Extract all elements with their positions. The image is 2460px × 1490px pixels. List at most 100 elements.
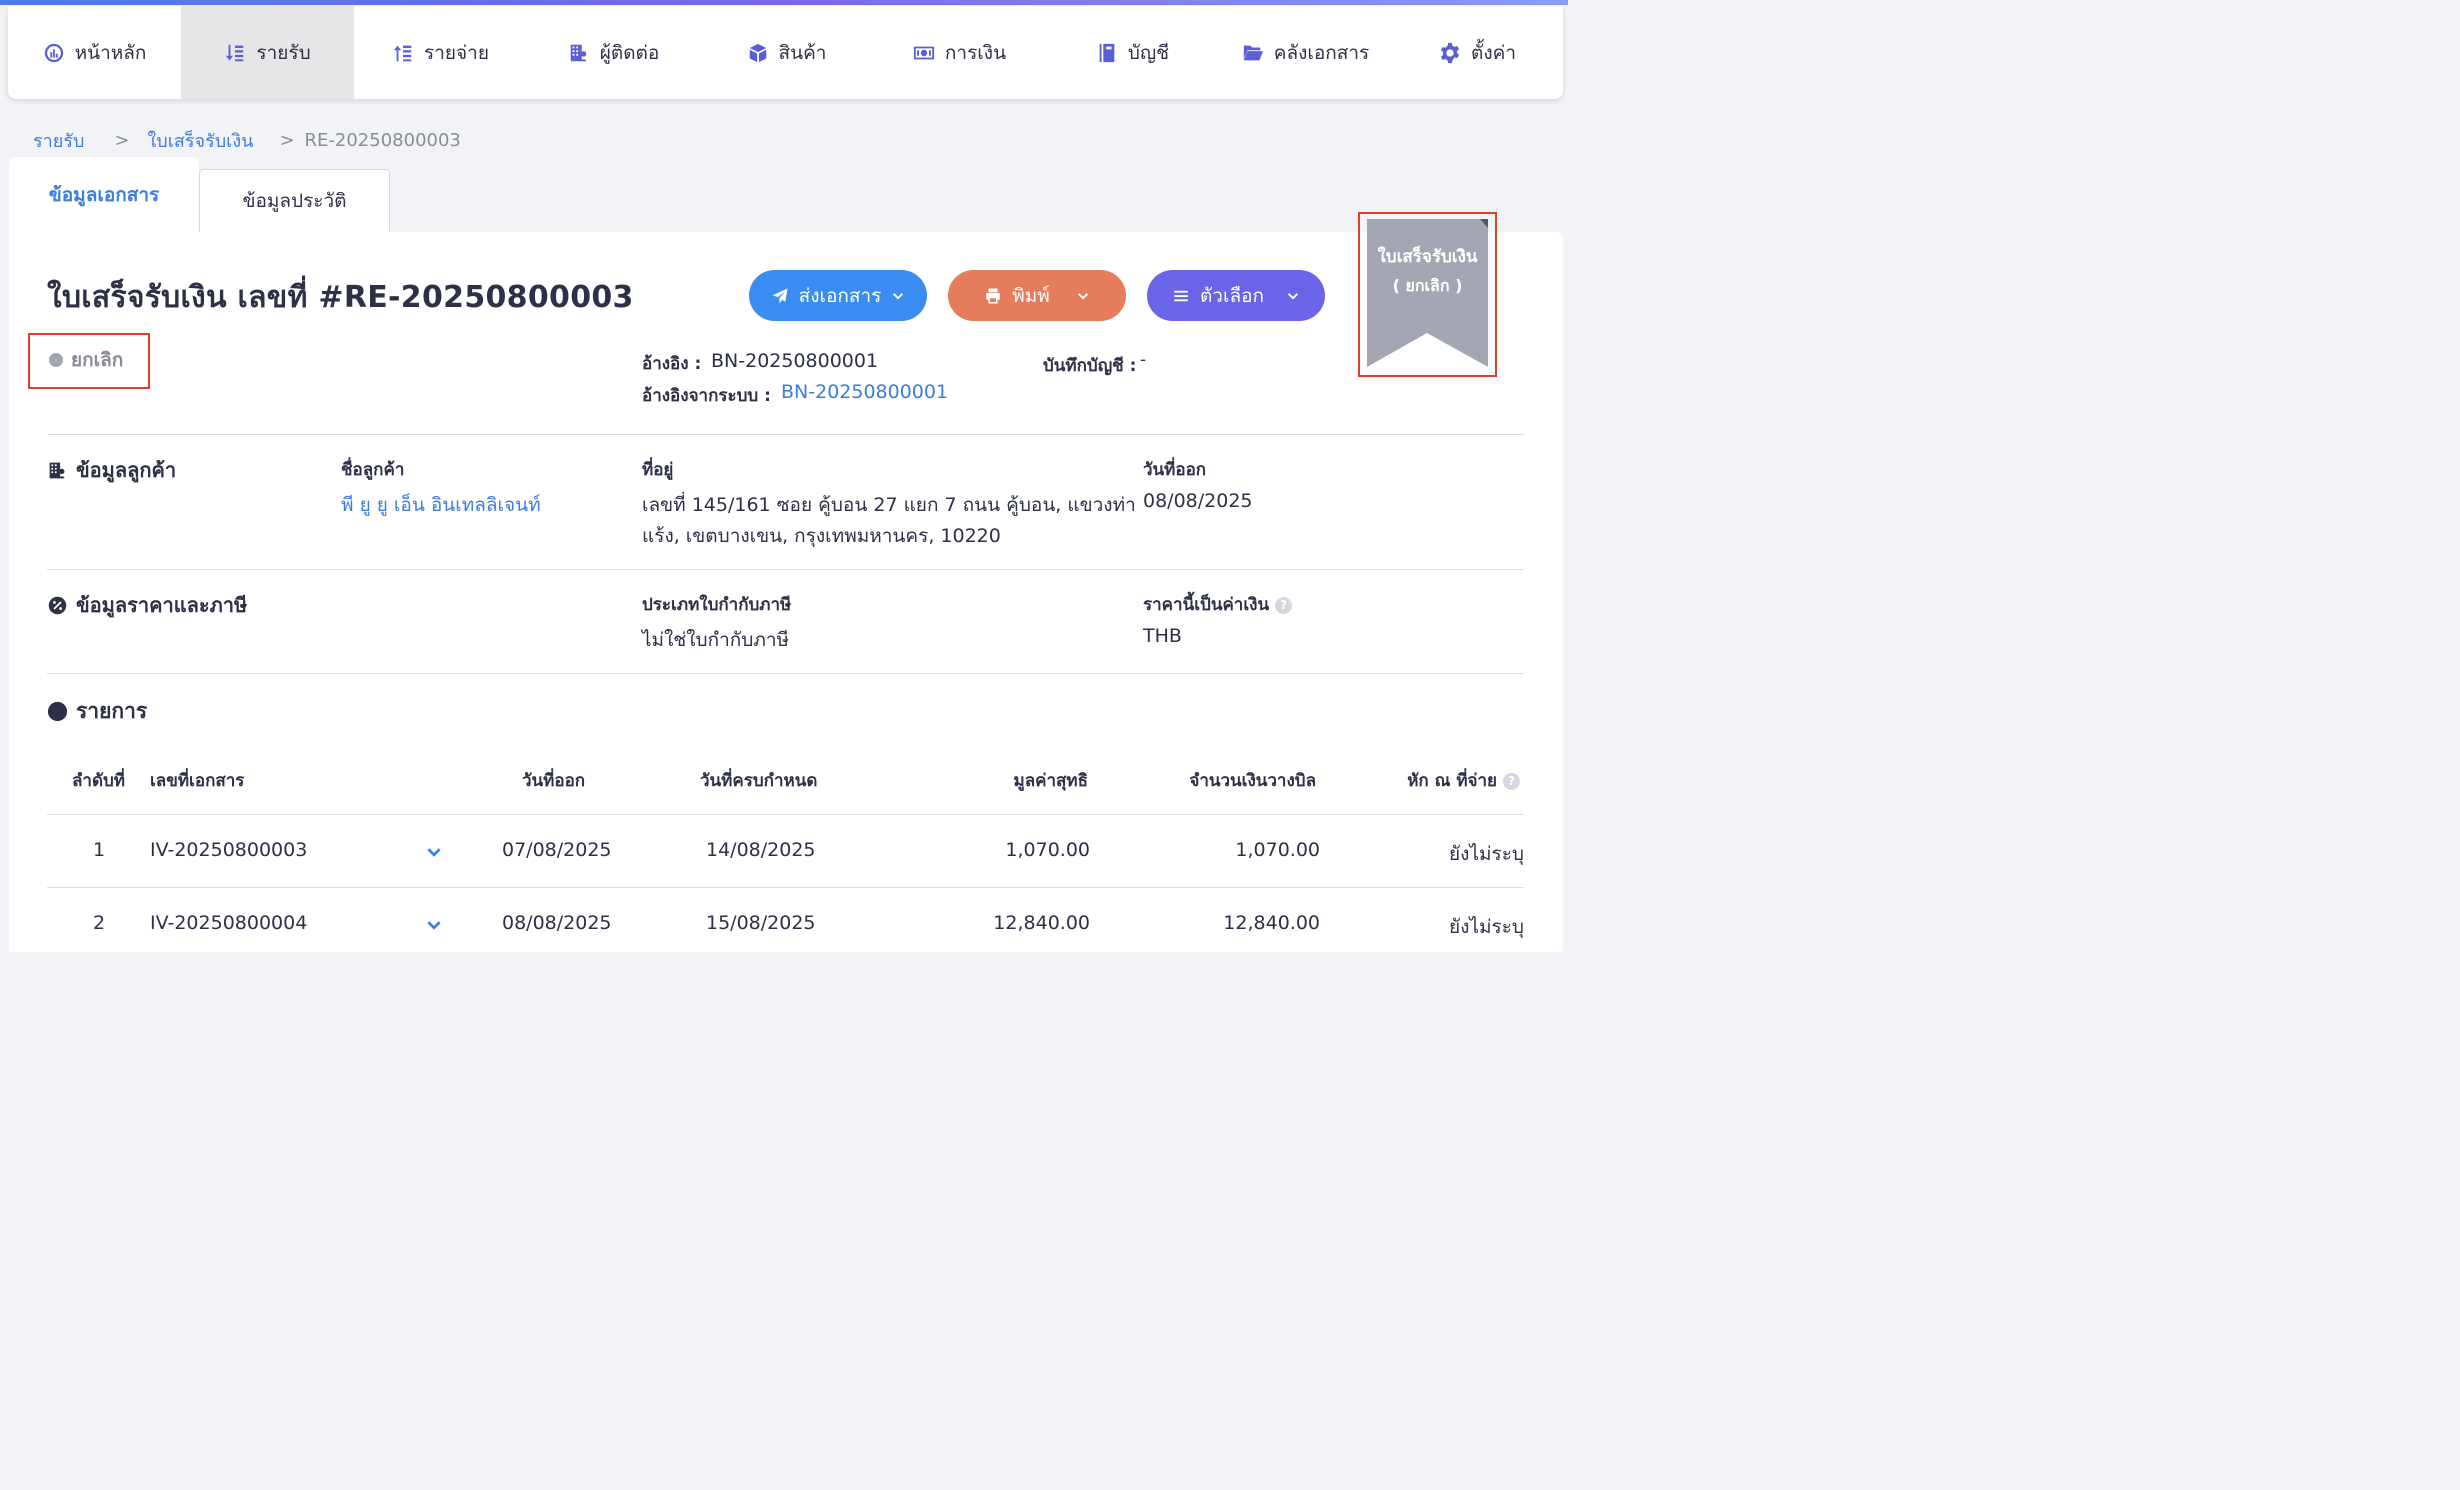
row-issue-date: 08/08/2025 <box>502 912 612 934</box>
currency-label: ราคานี้เป็นค่าเงิน? <box>1143 591 1293 618</box>
tab-document-info[interactable]: ข้อมูลเอกสาร <box>9 157 199 233</box>
accounting-label: บันทึกบัญชี : <box>1043 356 1137 376</box>
product-box-icon <box>749 43 766 62</box>
ribbon-title: ใบเสร็จรับเงิน <box>1377 247 1478 267</box>
help-icon[interactable]: ? <box>1275 596 1293 614</box>
nav-item-expense[interactable]: รายจ่าย <box>354 6 527 99</box>
column-header-no: ลำดับที่ <box>72 771 126 791</box>
nav-item-contacts[interactable]: ผู้ติดต่อ <box>527 6 700 99</box>
ribbon-status: ( ยกเลิก ) <box>1392 276 1463 295</box>
customer-section-label: ข้อมูลลูกค้า <box>76 458 177 482</box>
address-line-2: แร้ง, เขตบางเขน, กรุงเทพมหานคร, 10220 <box>642 525 1001 547</box>
divider <box>47 673 1524 674</box>
tax-type-value: ไม่ใช่ใบกำกับภาษี <box>642 629 790 651</box>
withholding-header-text: หัก ณ ที่จ่าย <box>1407 771 1497 791</box>
nav-label: ผู้ติดต่อ <box>599 41 660 64</box>
row-document-link[interactable]: IV-20250800003 <box>150 839 307 861</box>
nav-item-accounting[interactable]: บัญชี <box>1046 6 1219 99</box>
row-due-date: 14/08/2025 <box>706 839 816 861</box>
breadcrumb-current: RE-20250800003 <box>304 130 461 151</box>
chevron-down-icon <box>1077 292 1088 300</box>
row-withholding: ยังไม่ระบุ <box>1449 843 1524 865</box>
status-badge: ยกเลิก <box>49 345 123 375</box>
row-number: 2 <box>93 912 106 934</box>
print-button[interactable]: พิมพ์ <box>948 270 1126 321</box>
breadcrumb-income-link[interactable]: รายรับ <box>33 126 84 155</box>
income-sort-icon <box>226 44 244 61</box>
row-due-date: 15/08/2025 <box>706 912 816 934</box>
cancelled-ribbon: ใบเสร็จรับเงิน ( ยกเลิก ) <box>1367 219 1488 367</box>
system-reference-link[interactable]: BN-20250800001 <box>781 381 948 403</box>
list-circle-icon <box>47 701 68 722</box>
nav-label: สินค้า <box>778 41 827 64</box>
breadcrumb-separator: > <box>279 130 295 151</box>
customer-name-link[interactable]: พี ยู ยู เอ็น อินเทลลิเจนท์ <box>341 490 541 520</box>
help-icon[interactable]: ? <box>1503 772 1520 790</box>
address-label: ที่อยู่ <box>642 460 674 480</box>
nav-item-settings[interactable]: ตั้งค่า <box>1392 6 1563 99</box>
send-button-label: ส่งเอกสาร <box>798 284 882 307</box>
issue-date-label: วันที่ออก <box>1143 460 1207 480</box>
chevron-down-icon[interactable] <box>425 843 443 861</box>
column-header-withholding: หัก ณ ที่จ่าย? <box>1407 767 1520 794</box>
reference-value: BN-20250800001 <box>711 350 879 372</box>
row-billed-amount: 1,070.00 <box>1235 839 1320 861</box>
print-button-label: พิมพ์ <box>1012 284 1050 307</box>
chevron-down-icon[interactable] <box>425 916 443 934</box>
chevron-down-icon <box>893 292 904 300</box>
nav-item-finance[interactable]: การเงิน <box>873 6 1046 99</box>
column-header-due-date: วันที่ครบกำหนด <box>700 771 818 791</box>
issue-date-value: 08/08/2025 <box>1143 490 1253 512</box>
divider <box>47 434 1524 435</box>
row-document-link[interactable]: IV-20250800004 <box>150 912 307 934</box>
column-header-document: เลขที่เอกสาร <box>150 771 245 791</box>
contacts-building-icon <box>49 462 65 478</box>
column-header-net-value: มูลค่าสุทธิ <box>1013 771 1089 791</box>
paper-plane-icon <box>772 288 788 303</box>
nav-label: รายรับ <box>256 41 311 64</box>
nav-label: การเงิน <box>944 41 1007 64</box>
reference-label: อ้างอิง : <box>642 354 702 374</box>
percent-badge-icon <box>48 596 67 614</box>
accounting-value: - <box>1140 350 1147 370</box>
gear-icon <box>1440 42 1460 63</box>
pricing-section-label: ข้อมูลราคาและภาษี <box>76 593 248 617</box>
column-header-issue-date: วันที่ออก <box>522 771 586 791</box>
row-net-value: 12,840.00 <box>993 912 1090 934</box>
contacts-building-icon <box>570 44 587 61</box>
customer-section-title: ข้อมูลลูกค้า <box>47 454 176 486</box>
currency-label-text: ราคานี้เป็นค่าเงิน <box>1143 595 1270 615</box>
breadcrumb-receipt-link[interactable]: ใบเสร็จรับเงิน <box>148 126 254 155</box>
nav-item-documents[interactable]: คลังเอกสาร <box>1219 6 1392 99</box>
column-header-billed-amount: จำนวนเงินวางบิล <box>1189 771 1316 791</box>
ledger-book-icon <box>1099 43 1115 62</box>
nav-label: รายจ่าย <box>424 41 489 64</box>
money-bill-icon <box>913 46 935 59</box>
items-section-label: รายการ <box>76 699 148 723</box>
nav-item-income[interactable]: รายรับ <box>181 6 354 99</box>
status-dot-icon <box>49 353 63 367</box>
nav-item-home[interactable]: หน้าหลัก <box>8 6 181 99</box>
send-document-button[interactable]: ส่งเอกสาร <box>749 270 927 321</box>
breadcrumb: รายรับ > ใบเสร็จรับเงิน > RE-20250800003 <box>33 126 461 155</box>
main-navigation: หน้าหลัก รายรับ รายจ่าย ผู้ติดต่อ สินค้า… <box>8 6 1563 99</box>
printer-icon <box>986 288 1000 303</box>
row-number: 1 <box>93 839 106 861</box>
nav-item-products[interactable]: สินค้า <box>700 6 873 99</box>
row-divider <box>47 887 1524 888</box>
options-button[interactable]: ตัวเลือก <box>1147 270 1325 321</box>
folder-open-icon <box>1243 45 1263 60</box>
row-withholding: ยังไม่ระบุ <box>1449 916 1524 938</box>
row-issue-date: 07/08/2025 <box>502 839 612 861</box>
options-button-label: ตัวเลือก <box>1199 284 1265 307</box>
nav-label: บัญชี <box>1127 41 1170 64</box>
nav-label: ตั้งค่า <box>1471 41 1516 64</box>
pricing-section-title: ข้อมูลราคาและภาษี <box>47 589 247 621</box>
items-section-title: รายการ <box>47 695 147 728</box>
nav-label: คลังเอกสาร <box>1273 41 1370 64</box>
divider <box>47 569 1524 570</box>
breadcrumb-separator: > <box>114 130 130 151</box>
nav-label: หน้าหลัก <box>74 41 147 64</box>
currency-value: THB <box>1143 625 1182 647</box>
tab-history[interactable]: ข้อมูลประวัติ <box>199 169 390 232</box>
